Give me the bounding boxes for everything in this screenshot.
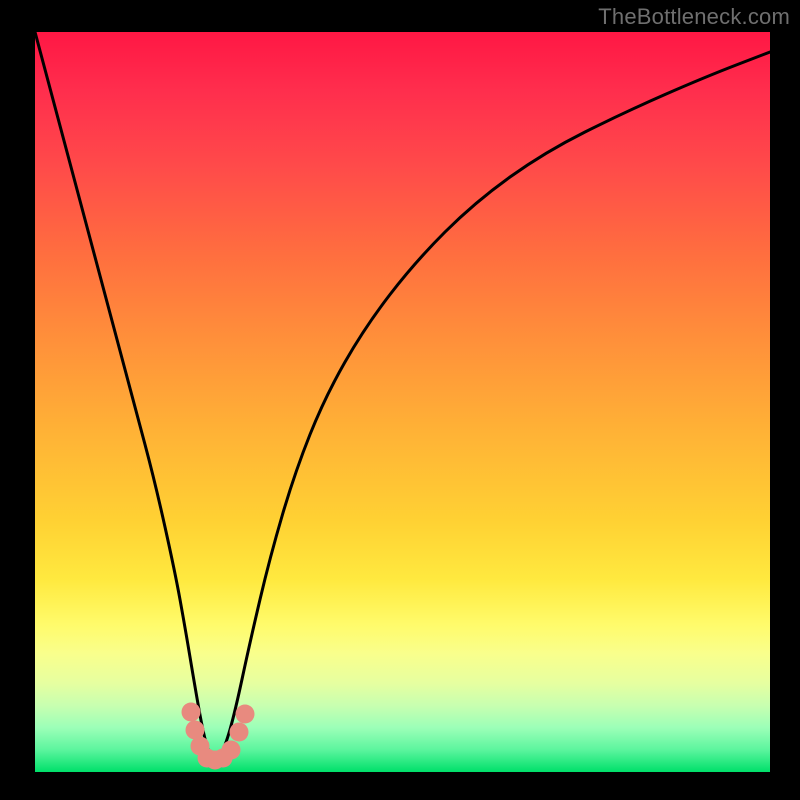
data-marker <box>182 703 201 722</box>
bottleneck-curve <box>35 32 770 759</box>
chart-frame: TheBottleneck.com <box>0 0 800 800</box>
watermark-text: TheBottleneck.com <box>598 4 790 30</box>
curve-svg <box>35 32 770 772</box>
plot-area <box>35 32 770 772</box>
data-marker <box>222 741 241 760</box>
data-marker <box>236 705 255 724</box>
data-marker <box>230 723 249 742</box>
